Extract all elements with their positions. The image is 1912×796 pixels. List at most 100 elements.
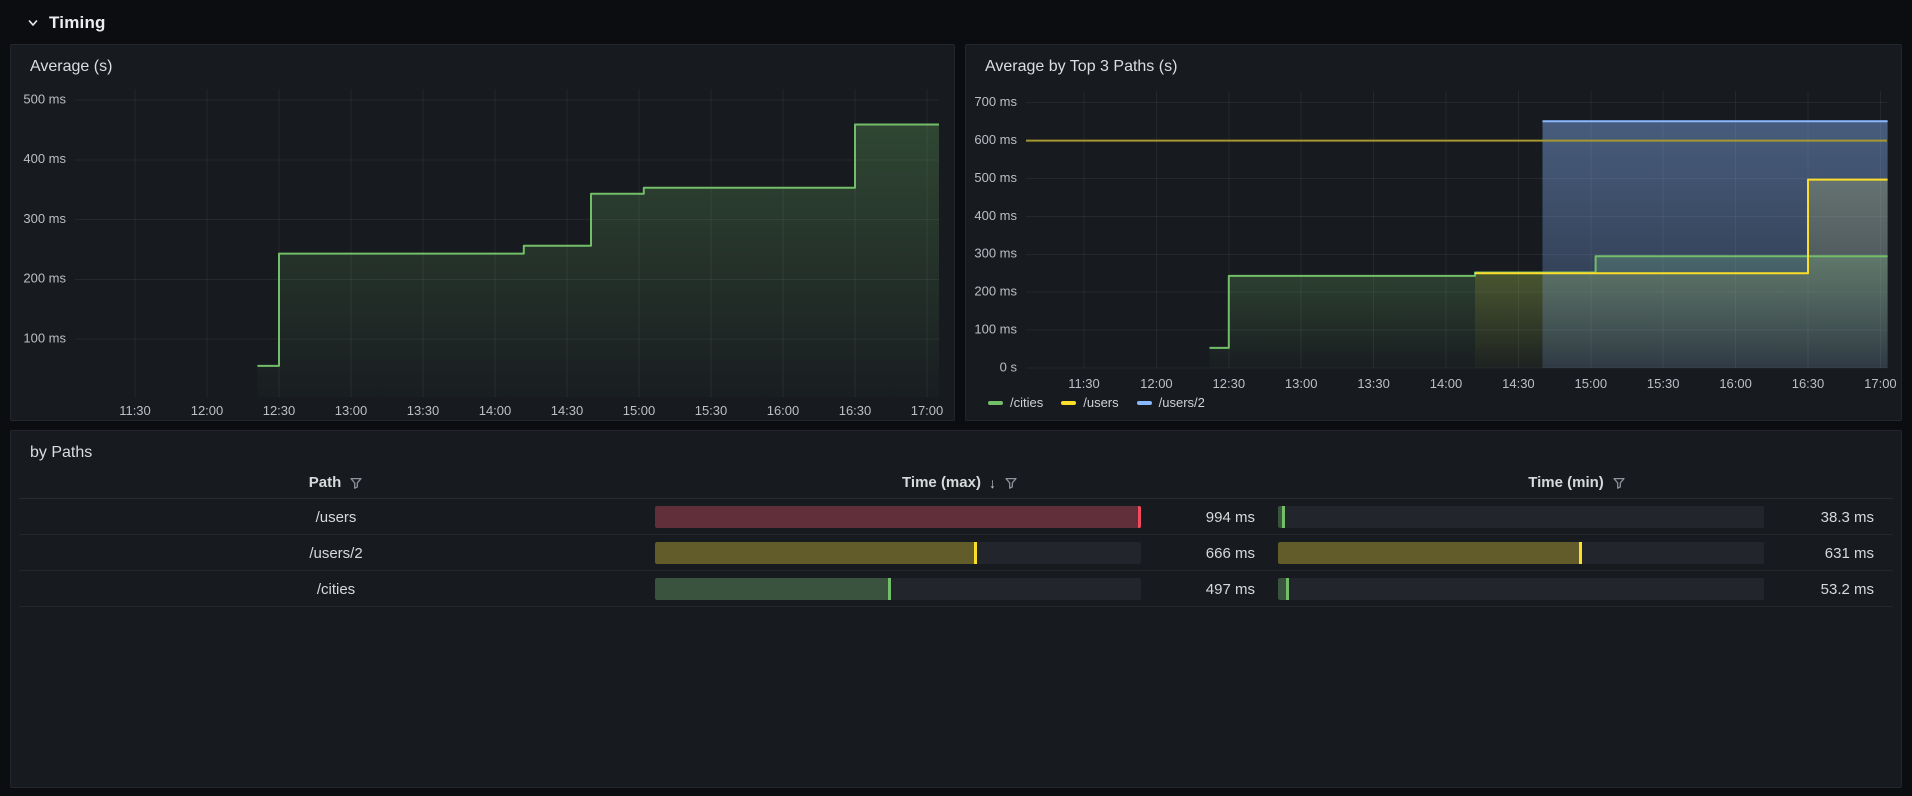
gauge-tip <box>1579 542 1583 564</box>
path-cell: /users/2 <box>309 544 363 562</box>
average-timeseries-chart[interactable]: 500 ms 400 ms 300 ms 200 ms 100 ms 11:30 12:00… <box>11 45 954 420</box>
gauge-cell-min: 53.2 ms <box>1267 571 1887 607</box>
table-row: /cities 497 ms 53.2 ms <box>19 571 1893 607</box>
top3-paths-timeseries-chart[interactable]: 700 ms 600 ms 500 ms 400 ms 300 ms 200 ms 100 … <box>966 45 1901 420</box>
gauge-track <box>1278 542 1764 564</box>
x-axis-tick-label: 13:30 <box>1357 376 1390 391</box>
legend-label: /cities <box>1010 395 1044 410</box>
gauge-cell-min: 38.3 ms <box>1267 499 1887 535</box>
column-header-path[interactable]: Path <box>19 474 653 491</box>
panel-title-average-top3[interactable]: Average by Top 3 Paths (s) <box>985 58 1177 76</box>
panel-title-average[interactable]: Average (s) <box>30 58 112 76</box>
legend-item-users[interactable]: /users <box>1061 395 1119 410</box>
gauge-value: 38.3 ms <box>1820 508 1874 526</box>
gauge-cell-max: 497 ms <box>653 571 1267 607</box>
y-axis-tick-label: 600 ms <box>974 132 1017 147</box>
panel-title-by-paths[interactable]: by Paths <box>30 444 92 462</box>
gauge-value: 53.2 ms <box>1820 580 1874 598</box>
gauge-value: 631 ms <box>1824 544 1874 562</box>
section-title: Timing <box>49 13 106 32</box>
gauge-track <box>1278 506 1764 528</box>
y-axis-tick-label: 100 ms <box>23 330 66 345</box>
x-axis-tick-label: 15:30 <box>1647 376 1680 391</box>
chart-legend: /cities /users /users/2 <box>988 395 1205 410</box>
x-axis-tick-label: 13:30 <box>407 403 440 418</box>
gauge-fill <box>1278 578 1286 600</box>
column-header-label: Time (max) <box>902 474 981 491</box>
gauge-fill <box>655 578 889 600</box>
column-header-time-min[interactable]: Time (min) <box>1267 474 1887 491</box>
avg-top3-canvas[interactable]: 700 ms 600 ms 500 ms 400 ms 300 ms 200 ms 100 … <box>966 45 1901 420</box>
chevron-down-icon <box>28 20 38 26</box>
x-axis-tick-label: 12:00 <box>191 403 224 418</box>
x-axis-tick-label: 15:00 <box>623 403 656 418</box>
legend-item-users-2[interactable]: /users/2 <box>1136 395 1205 410</box>
x-axis-tick-label: 11:30 <box>119 403 151 418</box>
gauge-fill <box>655 506 1141 528</box>
x-axis-tick-label: 16:30 <box>1792 376 1825 391</box>
table-row: /users 994 ms 38.3 ms <box>19 499 1893 535</box>
gauge-track <box>655 542 1141 564</box>
column-header-label: Time (min) <box>1528 474 1604 491</box>
series-fill-average <box>257 124 939 397</box>
path-cell: /users <box>315 508 357 526</box>
grafana-dashboard: Timing Average (s) 500 ms 400 ms 300 ms 200… <box>0 0 1912 796</box>
x-axis-tick-label: 16:00 <box>1719 376 1752 391</box>
gauge-tip <box>1138 506 1141 528</box>
legend-color-pill <box>988 400 1003 405</box>
y-axis-tick-label: 500 ms <box>974 170 1017 185</box>
gauge-cell-min: 631 ms <box>1267 535 1887 571</box>
path-cell: /cities <box>316 580 356 598</box>
section-row-timing[interactable]: Timing <box>26 13 106 33</box>
table-row: /users/2 666 ms 631 ms <box>19 535 1893 571</box>
gauge-tip <box>974 542 978 564</box>
column-header-time-max[interactable]: Time (max) ↓ <box>653 474 1267 491</box>
gauge-track <box>655 578 1141 600</box>
legend-color-pill <box>1136 400 1152 405</box>
x-axis-tick-label: 14:30 <box>1502 376 1535 391</box>
filter-icon[interactable] <box>1004 476 1018 490</box>
x-axis-tick-label: 15:30 <box>695 403 728 418</box>
gauge-cell-max: 666 ms <box>653 535 1267 571</box>
x-axis-tick-label: 12:00 <box>1140 376 1173 391</box>
x-axis-tick-label: 15:00 <box>1575 376 1608 391</box>
panel-average: Average (s) 500 ms 400 ms 300 ms 200 ms 100 … <box>10 44 955 421</box>
gauge-fill <box>1278 542 1580 564</box>
avg-canvas[interactable]: 500 ms 400 ms 300 ms 200 ms 100 ms 11:30 12:00… <box>11 45 954 420</box>
x-axis-tick-label: 16:00 <box>767 403 800 418</box>
y-axis-tick-label: 200 ms <box>974 284 1017 299</box>
x-axis-tick-label: 13:00 <box>1285 376 1318 391</box>
x-axis-tick-label: 13:00 <box>335 403 368 418</box>
y-axis-tick-label: 200 ms <box>23 271 66 286</box>
legend-label: /users <box>1083 395 1119 410</box>
x-axis-tick-label: 14:00 <box>1430 376 1463 391</box>
y-axis-tick-label: 300 ms <box>974 246 1017 261</box>
y-axis-tick-label: 700 ms <box>974 94 1017 109</box>
x-axis-tick-label: 16:30 <box>839 403 872 418</box>
column-header-label: Path <box>308 474 342 491</box>
legend-item-cities[interactable]: /cities <box>988 395 1043 410</box>
gauge-track <box>1278 578 1764 600</box>
series-fill-users-2 <box>1542 121 1888 368</box>
gauge-value: 666 ms <box>1205 544 1255 562</box>
filter-icon[interactable] <box>349 476 363 490</box>
gauge-fill <box>655 542 975 564</box>
gauge-tip <box>888 578 892 600</box>
x-axis-tick-label: 12:30 <box>263 403 296 418</box>
sort-desc-icon[interactable]: ↓ <box>989 475 996 491</box>
y-axis-tick-label: 400 ms <box>23 151 66 166</box>
x-axis-tick-label: 14:00 <box>479 403 512 418</box>
x-axis-tick-label: 12:30 <box>1213 376 1246 391</box>
gauge-track <box>655 506 1141 528</box>
legend-label: /users/2 <box>1158 395 1205 410</box>
legend-color-pill <box>1061 400 1077 405</box>
x-axis-tick-label: 17:00 <box>911 403 944 418</box>
x-axis-tick-label: 11:30 <box>1068 376 1100 391</box>
filter-icon[interactable] <box>1612 476 1626 490</box>
table-header-row: Path Time (max) ↓ Time (min) <box>19 467 1893 499</box>
y-axis-tick-label: 100 ms <box>974 322 1017 337</box>
y-axis-tick-label: 300 ms <box>23 211 66 226</box>
gauge-tip <box>1285 578 1289 600</box>
y-axis-tick-label: 400 ms <box>974 208 1017 223</box>
gauge-value: 497 ms <box>1205 580 1255 598</box>
